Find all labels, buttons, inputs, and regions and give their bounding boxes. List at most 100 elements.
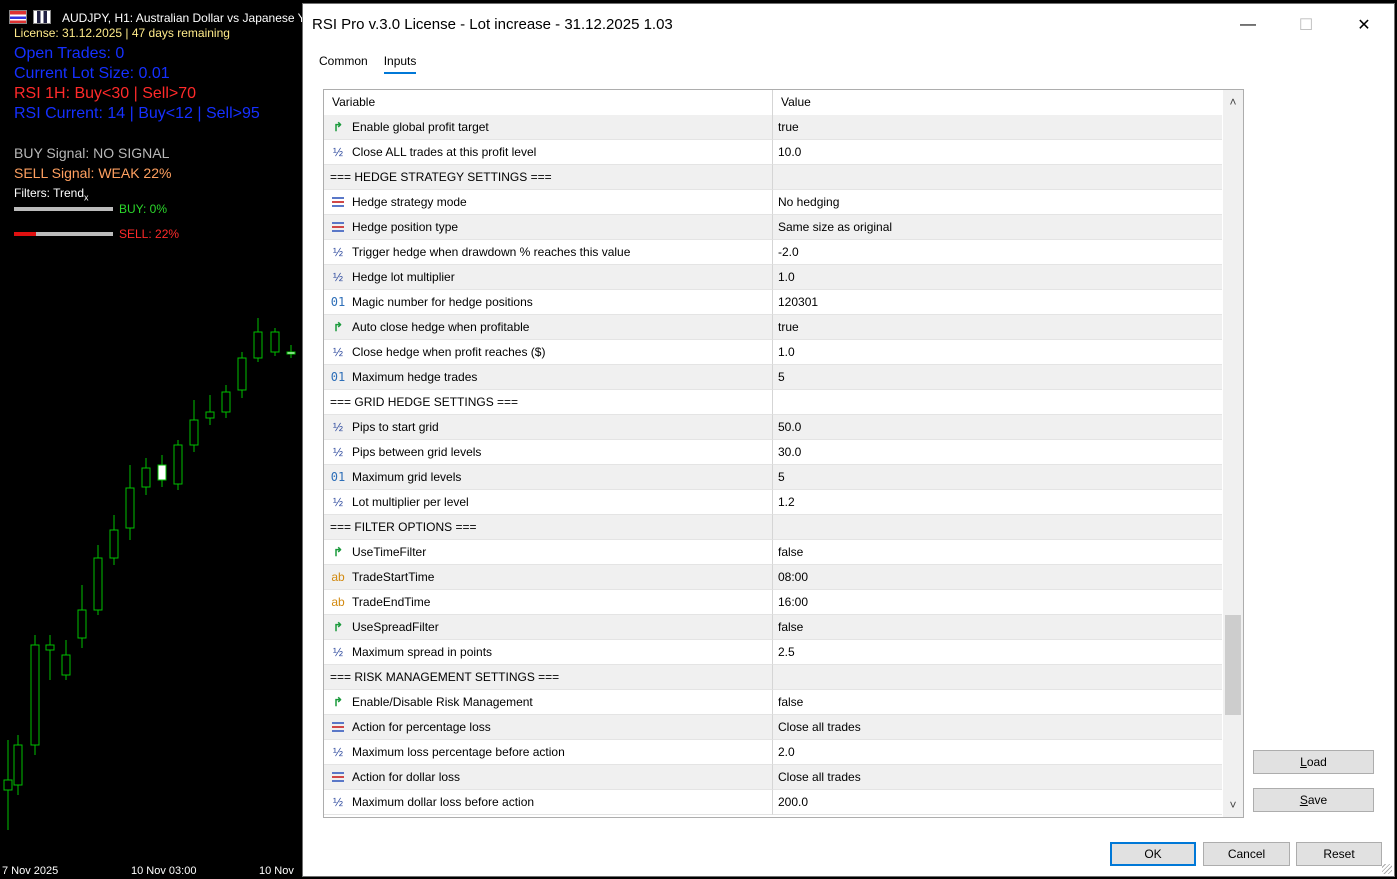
value-cell[interactable]: Same size as original (773, 215, 1222, 240)
one-click-trading-icon[interactable] (9, 10, 27, 24)
variable-cell[interactable]: ½ Close ALL trades at this profit level (324, 140, 773, 165)
load-button[interactable]: Load (1253, 750, 1374, 774)
variable-cell[interactable]: ½ Trigger hedge when drawdown % reaches t… (324, 240, 773, 265)
price-chart[interactable]: AUDJPY, H1: Australian Dollar vs Japanes… (0, 0, 302, 879)
value-cell[interactable]: Close all trades (773, 765, 1222, 790)
reset-button[interactable]: Reset (1296, 842, 1382, 866)
table-row[interactable]: ½ Close hedge when profit reaches ($) 1.0 (324, 340, 1222, 365)
value-cell[interactable]: Close all trades (773, 715, 1222, 740)
table-row[interactable]: 01 Magic number for hedge positions 120301 (324, 290, 1222, 315)
value-cell[interactable]: false (773, 690, 1222, 715)
table-row[interactable]: ½ Close ALL trades at this profit level 10… (324, 140, 1222, 165)
variable-cell[interactable]: ½ Maximum dollar loss before action (324, 790, 773, 815)
value-cell[interactable]: 200.0 (773, 790, 1222, 815)
vertical-scrollbar[interactable]: ˄ ˅ (1223, 90, 1243, 817)
dialog-titlebar[interactable]: RSI Pro v.3.0 License - Lot increase - 3… (303, 4, 1394, 44)
variable-cell[interactable]: ↱ UseTimeFilter (324, 540, 773, 565)
table-row[interactable]: ½ Lot multiplier per level 1.2 (324, 490, 1222, 515)
value-cell[interactable] (773, 515, 1222, 540)
scroll-down-icon[interactable]: ˅ (1223, 795, 1243, 815)
variable-cell[interactable]: === HEDGE STRATEGY SETTINGS === (324, 165, 773, 190)
close-button[interactable]: ✕ (1341, 12, 1387, 38)
section-header-row[interactable]: === RISK MANAGEMENT SETTINGS === (324, 665, 1222, 690)
value-cell[interactable]: 1.0 (773, 340, 1222, 365)
variable-cell[interactable]: ½ Pips to start grid (324, 415, 773, 440)
table-row[interactable]: ½ Pips to start grid 50.0 (324, 415, 1222, 440)
table-row[interactable]: ½ Maximum dollar loss before action 200.0 (324, 790, 1222, 815)
minimize-button[interactable]: — (1225, 12, 1271, 38)
scroll-up-icon[interactable]: ˄ (1223, 92, 1243, 112)
tab-inputs[interactable]: Inputs (383, 54, 417, 74)
table-row[interactable]: ½ Maximum loss percentage before action 2.… (324, 740, 1222, 765)
section-header-row[interactable]: === FILTER OPTIONS === (324, 515, 1222, 540)
variable-cell[interactable]: ↱ Auto close hedge when profitable (324, 315, 773, 340)
table-row[interactable]: ↱ UseTimeFilter false (324, 540, 1222, 565)
variable-cell[interactable]: Action for dollar loss (324, 765, 773, 790)
value-cell[interactable] (773, 165, 1222, 190)
variable-cell[interactable]: Hedge strategy mode (324, 190, 773, 215)
value-cell[interactable]: 5 (773, 365, 1222, 390)
scrollbar-thumb[interactable] (1225, 614, 1241, 715)
value-cell[interactable]: No hedging (773, 190, 1222, 215)
section-header-row[interactable]: === HEDGE STRATEGY SETTINGS === (324, 165, 1222, 190)
value-cell[interactable]: 08:00 (773, 565, 1222, 590)
ok-button[interactable]: OK (1110, 842, 1196, 866)
table-row[interactable]: Action for percentage loss Close all trad… (324, 715, 1222, 740)
variable-cell[interactable]: === RISK MANAGEMENT SETTINGS === (324, 665, 773, 690)
variable-cell[interactable]: Hedge position type (324, 215, 773, 240)
resize-grip-icon[interactable] (1382, 864, 1392, 874)
variable-cell[interactable]: ½ Maximum spread in points (324, 640, 773, 665)
table-row[interactable]: ab TradeStartTime 08:00 (324, 565, 1222, 590)
table-row[interactable]: ↱ Auto close hedge when profitable true (324, 315, 1222, 340)
value-cell[interactable]: false (773, 615, 1222, 640)
cancel-button[interactable]: Cancel (1203, 842, 1290, 866)
variable-cell[interactable]: === GRID HEDGE SETTINGS === (324, 390, 773, 415)
column-header-variable[interactable]: Variable (324, 90, 773, 115)
value-cell[interactable]: false (773, 540, 1222, 565)
value-cell[interactable]: 16:00 (773, 590, 1222, 615)
variable-cell[interactable]: Action for percentage loss (324, 715, 773, 740)
table-row[interactable]: ab TradeEndTime 16:00 (324, 590, 1222, 615)
column-header-value[interactable]: Value (773, 90, 811, 115)
variable-cell[interactable]: ½ Pips between grid levels (324, 440, 773, 465)
table-row[interactable]: 01 Maximum grid levels 5 (324, 465, 1222, 490)
table-row[interactable]: Action for dollar loss Close all trades (324, 765, 1222, 790)
table-row[interactable]: Hedge strategy mode No hedging (324, 190, 1222, 215)
value-cell[interactable]: 1.0 (773, 265, 1222, 290)
variable-cell[interactable]: ↱ Enable global profit target (324, 115, 773, 140)
table-row[interactable]: ↱ Enable/Disable Risk Management false (324, 690, 1222, 715)
variable-cell[interactable]: 01 Magic number for hedge positions (324, 290, 773, 315)
table-row[interactable]: ↱ UseSpreadFilter false (324, 615, 1222, 640)
variable-cell[interactable]: ½ Close hedge when profit reaches ($) (324, 340, 773, 365)
variable-cell[interactable]: ab TradeStartTime (324, 565, 773, 590)
expert-advisor-icon[interactable] (33, 10, 51, 24)
tab-common[interactable]: Common (319, 54, 368, 74)
value-cell[interactable]: 5 (773, 465, 1222, 490)
save-button[interactable]: Save (1253, 788, 1374, 812)
variable-cell[interactable]: ↱ UseSpreadFilter (324, 615, 773, 640)
value-cell[interactable]: 2.5 (773, 640, 1222, 665)
value-cell[interactable]: 10.0 (773, 140, 1222, 165)
variable-cell[interactable]: === FILTER OPTIONS === (324, 515, 773, 540)
variable-cell[interactable]: ½ Hedge lot multiplier (324, 265, 773, 290)
variable-cell[interactable]: ½ Maximum loss percentage before action (324, 740, 773, 765)
variable-cell[interactable]: ↱ Enable/Disable Risk Management (324, 690, 773, 715)
value-cell[interactable]: 30.0 (773, 440, 1222, 465)
maximize-button[interactable]: ☐ (1283, 12, 1329, 38)
variable-cell[interactable]: 01 Maximum grid levels (324, 465, 773, 490)
table-row[interactable]: ½ Maximum spread in points 2.5 (324, 640, 1222, 665)
variable-cell[interactable]: ½ Lot multiplier per level (324, 490, 773, 515)
value-cell[interactable] (773, 665, 1222, 690)
value-cell[interactable]: 50.0 (773, 415, 1222, 440)
value-cell[interactable] (773, 390, 1222, 415)
table-row[interactable]: Hedge position type Same size as original (324, 215, 1222, 240)
value-cell[interactable]: true (773, 115, 1222, 140)
value-cell[interactable]: 2.0 (773, 740, 1222, 765)
variable-cell[interactable]: ab TradeEndTime (324, 590, 773, 615)
section-header-row[interactable]: === GRID HEDGE SETTINGS === (324, 390, 1222, 415)
table-row[interactable]: ↱ Enable global profit target true (324, 115, 1222, 140)
value-cell[interactable]: -2.0 (773, 240, 1222, 265)
table-row[interactable]: ½ Pips between grid levels 30.0 (324, 440, 1222, 465)
table-row[interactable]: ½ Trigger hedge when drawdown % reaches t… (324, 240, 1222, 265)
table-row[interactable]: 01 Maximum hedge trades 5 (324, 365, 1222, 390)
